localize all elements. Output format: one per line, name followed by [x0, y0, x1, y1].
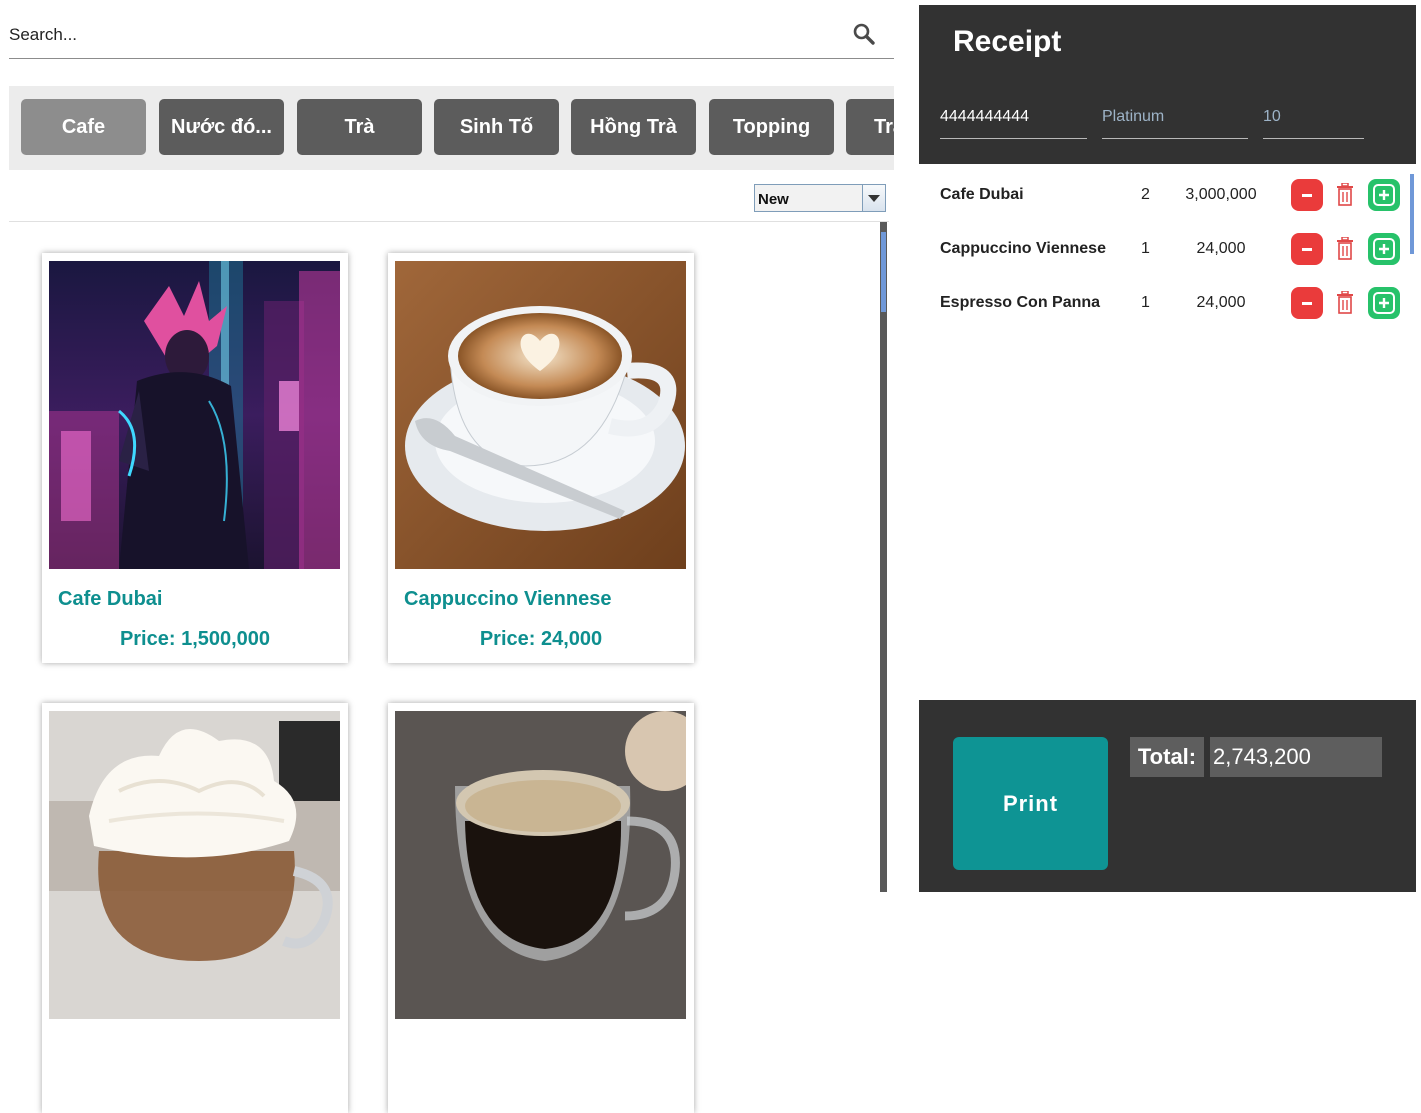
search-input[interactable] [9, 22, 829, 48]
receipt-item-name: Cafe Dubai [940, 186, 1024, 203]
receipt-item-qty: 2 [1141, 186, 1150, 203]
receipt-item-name: Cappuccino Viennese [940, 240, 1106, 257]
total-label: Total: [1130, 737, 1204, 777]
sort-select[interactable]: New [754, 184, 886, 212]
receipt-item: Espresso Con Panna 1 24,000 [919, 282, 1410, 322]
product-image [49, 261, 340, 569]
receipt-item-price: 24,000 [1196, 240, 1246, 257]
receipt-item-qty: 1 [1141, 294, 1150, 311]
chevron-down-icon[interactable] [862, 185, 885, 211]
receipt-item-qty: 1 [1141, 240, 1150, 257]
receipt-item-price: 24,000 [1196, 294, 1246, 311]
receipt-header: Receipt 4444444444 Platinum 10 [919, 5, 1416, 164]
add-icon[interactable] [1368, 233, 1400, 265]
category-cafe[interactable]: Cafe [21, 99, 146, 155]
receipt-items: Cafe Dubai 2 3,000,000 Cappuccino Vienne… [919, 164, 1416, 700]
customer-tier-field[interactable]: Platinum [1102, 108, 1248, 139]
product-image [395, 261, 686, 569]
product-image [395, 711, 686, 1019]
product-card[interactable] [42, 703, 348, 1113]
receipt-title: Receipt [953, 25, 1062, 58]
receipt-item: Cafe Dubai 2 3,000,000 [919, 174, 1410, 214]
category-hong-tra[interactable]: Hồng Trà [571, 99, 696, 155]
receipt-item: Cappuccino Viennese 1 24,000 [919, 228, 1410, 268]
category-bar: Cafe Nước đó... Trà Sinh Tố Hồng Trà Top… [9, 86, 894, 170]
product-price: Price: 1,500,000 [119, 628, 271, 650]
print-button[interactable]: Print [953, 737, 1108, 870]
minus-icon[interactable] [1291, 287, 1323, 319]
product-name: Cappuccino Viennese [404, 588, 612, 610]
discount-field[interactable]: 10 [1263, 108, 1364, 139]
minus-icon[interactable] [1291, 179, 1323, 211]
add-icon[interactable] [1368, 179, 1400, 211]
trash-icon[interactable] [1336, 291, 1354, 315]
sort-selected-value: New [758, 191, 789, 208]
trash-icon[interactable] [1336, 183, 1354, 207]
receipt-scrollbar[interactable] [1410, 174, 1414, 254]
divider [9, 221, 889, 222]
product-card[interactable]: Cappuccino Viennese Price: 24,000 [388, 253, 694, 663]
trash-icon[interactable] [1336, 237, 1354, 261]
product-name: Cafe Dubai [58, 588, 163, 610]
minus-icon[interactable] [1291, 233, 1323, 265]
product-card[interactable]: Cafe Dubai Price: 1,500,000 [42, 253, 348, 663]
category-sinh-to[interactable]: Sinh Tố [434, 99, 559, 155]
receipt-item-price: 3,000,000 [1185, 186, 1257, 203]
product-card[interactable] [388, 703, 694, 1113]
category-nuoc-dong-chai[interactable]: Nước đó... [159, 99, 284, 155]
search-icon[interactable] [852, 22, 876, 46]
category-tra[interactable]: Trà [297, 99, 422, 155]
receipt-footer: Print Total: 2,743,200 [919, 700, 1416, 892]
add-icon[interactable] [1368, 287, 1400, 319]
product-scrollbar-thumb[interactable] [881, 232, 886, 312]
product-scrollbar[interactable] [880, 222, 887, 892]
product-image [49, 711, 340, 1019]
receipt-item-name: Espresso Con Panna [940, 294, 1101, 311]
total-value: 2,743,200 [1210, 737, 1382, 777]
category-tra-more[interactable]: Trà [846, 99, 894, 155]
customer-phone-field[interactable]: 4444444444 [940, 108, 1087, 139]
product-price: Price: 24,000 [479, 628, 603, 650]
category-topping[interactable]: Topping [709, 99, 834, 155]
search-bar [9, 14, 894, 59]
